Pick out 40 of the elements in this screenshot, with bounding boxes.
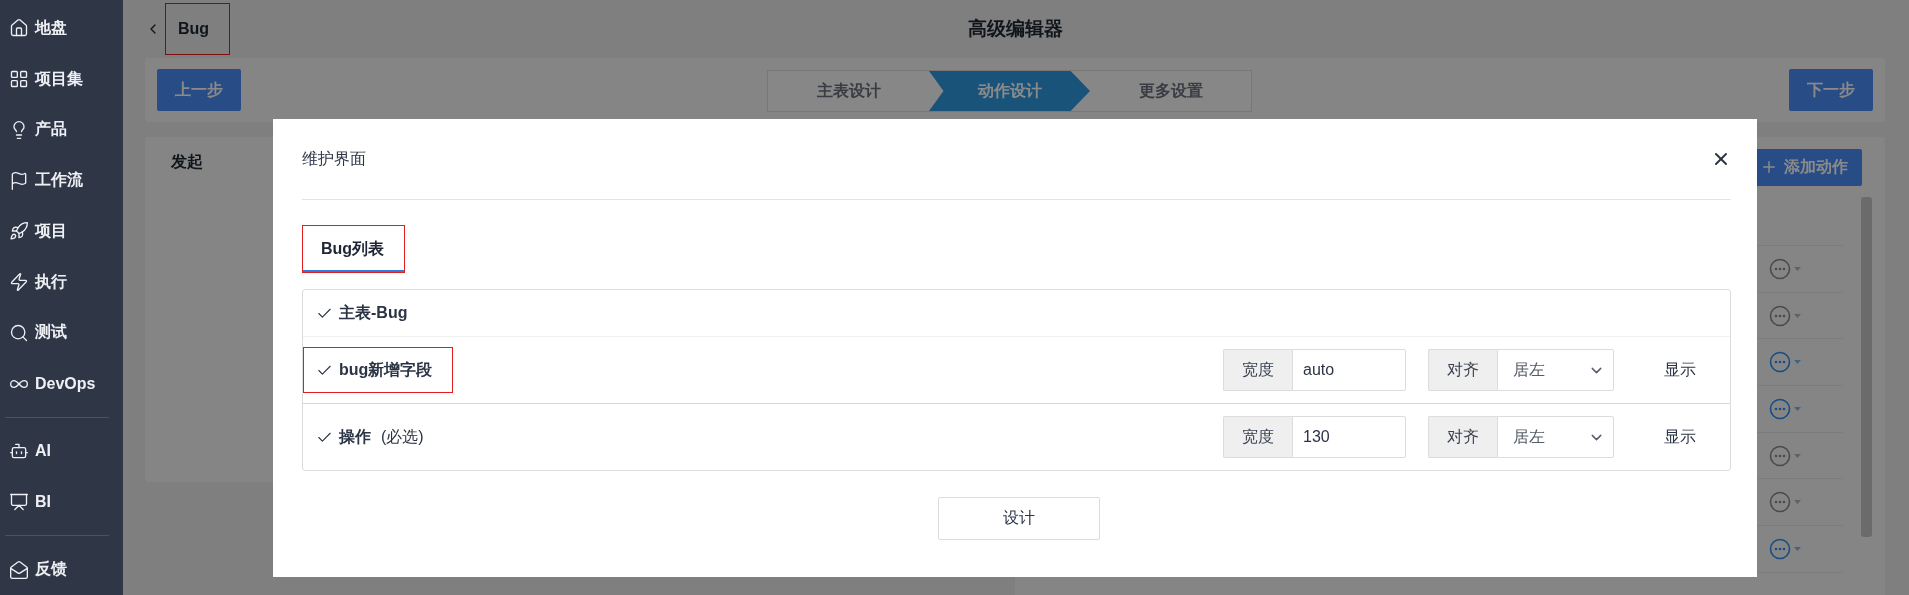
visibility-link[interactable]: 显示 (1664, 426, 1696, 448)
presentation-icon (9, 491, 29, 512)
section-title: 发起 (171, 153, 203, 170)
width-field[interactable]: auto (1292, 349, 1406, 391)
sidebar-item[interactable]: 地盘 (0, 3, 123, 54)
sidebar-item[interactable]: BI (0, 476, 123, 528)
field-label: bug新增字段 (339, 359, 433, 380)
sidebar-item[interactable]: 产品 (0, 104, 123, 156)
visibility-link[interactable]: 显示 (1664, 359, 1696, 381)
sidebar-item[interactable]: 执行 (0, 256, 123, 308)
align-label: 对齐 (1428, 349, 1497, 391)
scrollbar-thumb[interactable] (1861, 197, 1872, 537)
dialog-title: 维护界面 (302, 148, 366, 169)
sidebar-item[interactable]: AI (0, 425, 123, 477)
sidebar-item[interactable]: DevOps (0, 358, 123, 409)
grid-icon (9, 69, 29, 90)
search-icon (9, 322, 29, 343)
field-label: 主表-Bug (339, 302, 408, 323)
plus-icon (1760, 158, 1778, 176)
rocket-icon (9, 221, 29, 242)
lightning-icon (9, 272, 29, 293)
page-title: 高级编辑器 (967, 18, 1063, 39)
align-select[interactable]: 居左 (1497, 416, 1614, 458)
width-label: 宽度 (1223, 349, 1292, 391)
width-field[interactable]: 130 (1292, 416, 1406, 458)
sidebar-item[interactable]: 项目 (0, 205, 123, 257)
align-label: 对齐 (1428, 416, 1497, 458)
field-label: 操作 (339, 426, 371, 447)
field-note: (必选) (381, 426, 424, 447)
sidebar-item[interactable]: 测试 (0, 307, 123, 359)
align-select[interactable]: 居左 (1497, 349, 1614, 391)
envelope-icon (9, 559, 29, 580)
home-icon (9, 18, 29, 39)
flag-icon (9, 170, 29, 191)
sidebar-item[interactable]: 反馈 (0, 544, 123, 595)
sidebar-item[interactable]: 项目集 (0, 53, 123, 105)
design-button[interactable]: 设计 (937, 497, 1100, 540)
width-label: 宽度 (1223, 416, 1292, 458)
tab[interactable]: Bug列表 (302, 225, 406, 273)
sidebar-item[interactable]: 工作流 (0, 155, 123, 206)
